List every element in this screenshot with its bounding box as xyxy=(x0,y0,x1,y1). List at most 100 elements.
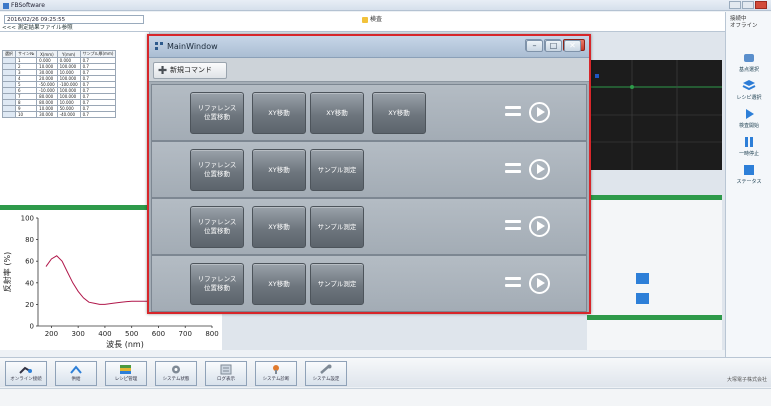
run-command-icon[interactable] xyxy=(529,102,550,123)
log-icon xyxy=(220,364,232,375)
command-step-button[interactable]: リファレンス 位置移動 xyxy=(190,149,244,191)
supply-label: 供給 xyxy=(71,377,81,382)
drag-handle-icon[interactable] xyxy=(505,220,521,234)
x-tick-label: 400 xyxy=(98,330,111,338)
command-step-button[interactable]: サンプル測定 xyxy=(310,263,364,305)
command-step-button[interactable]: リファレンス 位置移動 xyxy=(190,92,244,134)
drag-handle-icon[interactable] xyxy=(505,277,521,291)
recipe-management-button[interactable]: レシピ管理 xyxy=(105,361,147,386)
table-header: サンプル厚(mm) xyxy=(79,50,117,58)
command-step-button[interactable]: リファレンス 位置移動 xyxy=(190,206,244,248)
recipe-management-label: レシピ管理 xyxy=(114,377,138,382)
new-command-label: 新規コマンド xyxy=(170,66,212,74)
table-cell: -100.000 xyxy=(56,81,81,88)
system-status-button[interactable]: システム状態 xyxy=(155,361,197,386)
main-window-titlebar[interactable]: MainWindow – □ ✕ xyxy=(149,36,589,58)
center-tab-label: 検査 xyxy=(370,16,383,23)
connection-status-line1: 接続中 xyxy=(730,16,747,22)
app-window-controls xyxy=(729,1,767,9)
status-line xyxy=(0,388,771,406)
diagnosis-icon xyxy=(273,365,279,374)
connection-status-line2: オフライン xyxy=(730,23,758,29)
log-view-button[interactable]: ログ表示 xyxy=(205,361,247,386)
x-tick-label: 700 xyxy=(179,330,192,338)
status-bar-green xyxy=(587,195,722,200)
command-step-button[interactable]: XY移動 xyxy=(252,206,306,248)
origin-icon xyxy=(744,54,754,62)
command-row[interactable]: リファレンス 位置移動 XY移動 XY移動 XY移動 xyxy=(151,84,587,141)
main-window-toolbar: ✚ 新規コマンド xyxy=(149,58,589,82)
log-view-label: ログ表示 xyxy=(217,377,235,382)
bottom-toolbar: オンライン接続 供給 レシピ管理 システム状態 ログ表示 システム診断 システム… xyxy=(0,357,771,387)
table-row[interactable]: 10 30.000 -40.000 0.7 xyxy=(2,111,117,118)
command-row[interactable]: リファレンス 位置移動 XY移動 サンプル測定 xyxy=(151,141,587,198)
table-cell: -50.000 xyxy=(36,81,58,88)
app-titlebar: FBSoftware xyxy=(0,0,771,11)
breadcrumb[interactable]: <<< 測定結果ファイル参照 xyxy=(2,23,73,31)
command-step-button[interactable]: サンプル測定 xyxy=(310,206,364,248)
table-header: Y(mm) xyxy=(56,50,81,58)
supply-icon xyxy=(70,365,82,374)
table-cell: -40.000 xyxy=(56,111,81,118)
system-diagnosis-button[interactable]: システム診断 xyxy=(255,361,297,386)
main-window-title: MainWindow xyxy=(167,42,218,51)
command-step-button[interactable]: リファレンス 位置移動 xyxy=(190,263,244,305)
close-button[interactable]: ✕ xyxy=(563,39,585,52)
close-icon: ✕ xyxy=(564,40,581,52)
run-command-icon[interactable] xyxy=(529,216,550,237)
system-settings-button[interactable]: システム設定 xyxy=(305,361,347,386)
select-origin-label: 基点選択 xyxy=(738,67,759,73)
supply-button[interactable]: 供給 xyxy=(55,361,97,386)
x-axis-label: 波長 (nm) xyxy=(106,339,144,349)
y-tick-label: 80 xyxy=(25,236,34,244)
command-step-button[interactable]: XY移動 xyxy=(252,149,306,191)
command-row[interactable]: リファレンス 位置移動 XY移動 サンプル測定 xyxy=(151,255,587,312)
center-tab[interactable]: 検査 xyxy=(362,14,382,23)
start-inspection-button[interactable]: 検査開始 xyxy=(730,108,768,132)
system-status-label: システム状態 xyxy=(162,377,190,382)
command-row[interactable]: リファレンス 位置移動 XY移動 サンプル測定 xyxy=(151,198,587,255)
app-close-button[interactable] xyxy=(755,1,767,9)
play-icon xyxy=(746,109,754,119)
minimize-button[interactable]: – xyxy=(525,39,543,52)
run-command-icon[interactable] xyxy=(529,273,550,294)
command-step-button[interactable]: サンプル測定 xyxy=(310,149,364,191)
start-inspection-label: 検査開始 xyxy=(738,123,759,129)
table-header: サイン№ xyxy=(14,50,38,58)
select-recipe-button[interactable]: レシピ選択 xyxy=(730,80,768,104)
app-minimize-button[interactable] xyxy=(729,1,741,9)
drag-handle-icon[interactable] xyxy=(505,163,521,177)
drag-handle-icon[interactable] xyxy=(505,106,521,120)
run-command-icon[interactable] xyxy=(529,159,550,180)
select-origin-button[interactable]: 基点選択 xyxy=(730,52,768,76)
command-step-button[interactable]: XY移動 xyxy=(372,92,426,134)
online-connect-button[interactable]: オンライン接続 xyxy=(5,361,47,386)
system-diagnosis-label: システム診断 xyxy=(262,377,290,382)
table-cell: -10.000 xyxy=(36,87,58,94)
stage-up-button[interactable] xyxy=(636,273,649,284)
table-header: X(mm) xyxy=(36,50,58,58)
stage-control-panel xyxy=(587,195,722,350)
app-maximize-button[interactable] xyxy=(742,1,754,9)
status-label: ステータス xyxy=(736,179,762,185)
y-tick-label: 0 xyxy=(30,323,34,331)
pause-button[interactable]: 一時停止 xyxy=(730,136,768,160)
status-icon xyxy=(744,165,754,175)
measurement-point-table: 選択 サイン№ X(mm) Y(mm) サンプル厚(mm) 1 0.000 0.00… xyxy=(0,32,150,210)
status-button[interactable]: ステータス xyxy=(730,164,768,188)
maximize-button[interactable]: □ xyxy=(544,39,562,52)
x-tick-label: 300 xyxy=(71,330,84,338)
stage-down-button[interactable] xyxy=(636,293,649,304)
new-command-button[interactable]: ✚ 新規コマンド xyxy=(153,62,227,79)
online-connect-label: オンライン接続 xyxy=(10,377,42,382)
app-window: FBSoftware 2016/02/26 09:25:55 検査 <<< 測定… xyxy=(0,0,771,406)
command-step-button[interactable]: XY移動 xyxy=(252,92,306,134)
row-select-cell[interactable] xyxy=(2,111,16,118)
command-step-button[interactable]: XY移動 xyxy=(310,92,364,134)
command-step-button[interactable]: XY移動 xyxy=(252,263,306,305)
x-tick-label: 200 xyxy=(45,330,58,338)
plus-icon: ✚ xyxy=(158,64,168,77)
y-tick-label: 60 xyxy=(25,258,34,266)
connection-status: 接続中 オフライン xyxy=(730,16,758,30)
table-header: 選択 xyxy=(2,50,16,58)
